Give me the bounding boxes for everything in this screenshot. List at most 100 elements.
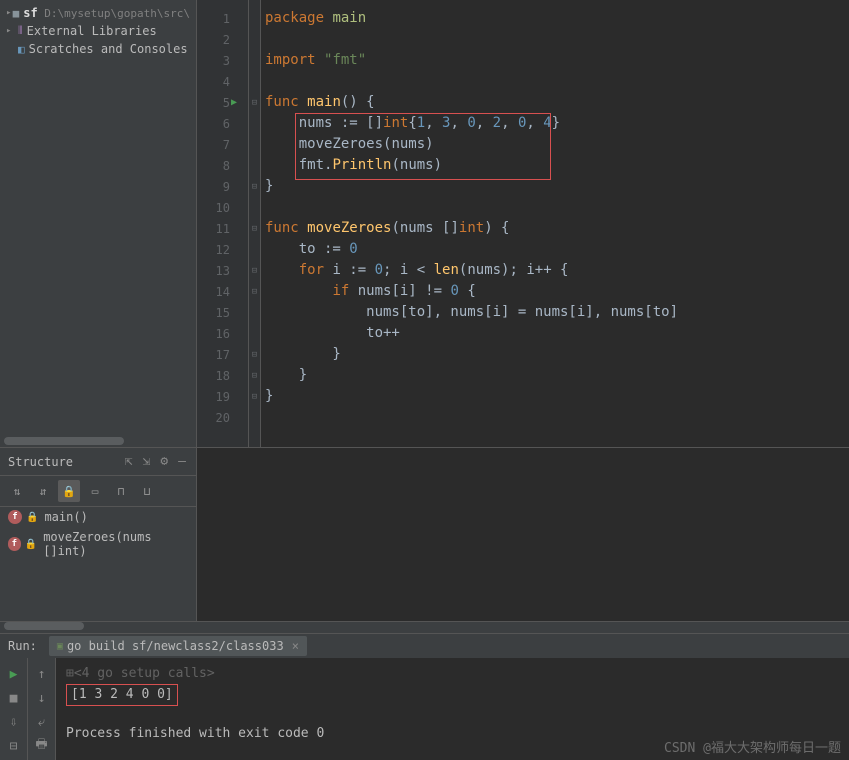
function-badge-icon: f [8,510,22,524]
run-config-icon: ▣ [57,641,63,652]
code-line[interactable]: } [265,344,849,365]
fold-mark[interactable]: ⊟ [249,92,260,113]
line-number: 14 [197,281,248,302]
minimize-icon[interactable]: — [176,452,188,471]
fold-mark[interactable]: ⊟ [249,365,260,386]
tree-scratches[interactable]: ◧ Scratches and Consoles [0,40,196,58]
tree-folder-sf[interactable]: ▸ ■ sf D:\mysetup\gopath\src\ [0,4,196,22]
fold-mark [249,197,260,218]
code-line[interactable]: func main() { [265,92,849,113]
structure-item-movezeroes[interactable]: f 🔒 moveZeroes(nums []int) [0,527,196,561]
run-title: Run: [8,639,37,653]
code-area[interactable]: package main import "fmt" func main() { nu… [261,0,849,447]
line-number: 3 [197,50,248,71]
external-libs-label: External Libraries [27,24,157,38]
line-number: 4 [197,71,248,92]
fold-mark [249,302,260,323]
down-button[interactable]: ↓ [32,688,52,708]
line-number: 10 [197,197,248,218]
collapse-icon[interactable]: ⇲ [141,452,153,471]
project-sidebar: ▸ ■ sf D:\mysetup\gopath\src\ ▸ ⫴ Extern… [0,0,197,447]
print-button[interactable]: 🖶 [32,736,52,756]
line-number: 8 [197,155,248,176]
fold-column[interactable]: ⊟⊟⊟⊟⊟⊟⊟⊟ [249,0,261,447]
folder-button[interactable]: ▭ [84,480,106,502]
code-line[interactable]: } [265,386,849,407]
code-line[interactable]: moveZeroes(nums) [265,134,849,155]
scratches-label: Scratches and Consoles [29,42,188,56]
line-number: 1 [197,8,248,29]
code-line[interactable]: nums[to], nums[i] = nums[i], nums[to] [265,302,849,323]
code-line[interactable]: func moveZeroes(nums []int) { [265,218,849,239]
watermark: CSDN @福大大架构师每日一题 [664,737,841,756]
code-line[interactable]: package main [265,8,849,29]
code-line[interactable]: } [265,176,849,197]
layout-button2[interactable]: ⊟ [4,736,24,756]
wrap-button[interactable]: ⤶ [32,712,52,732]
run-tab[interactable]: ▣ go build sf/newclass2/class033 × [49,636,307,656]
console-line-result: [1 3 2 4 0 0] [66,684,839,704]
fold-mark[interactable]: ⊟ [249,281,260,302]
tree-external-libraries[interactable]: ▸ ⫴ External Libraries [0,22,196,40]
code-line[interactable] [265,197,849,218]
fold-mark [249,113,260,134]
code-line[interactable]: to++ [265,323,849,344]
sort-alpha-button[interactable]: ⇅ [6,480,28,502]
project-tree[interactable]: ▸ ■ sf D:\mysetup\gopath\src\ ▸ ⫴ Extern… [0,0,196,435]
structure-item-main[interactable]: f 🔒 main() [0,507,196,527]
code-editor[interactable]: 12345▶67891011121314151617181920 ⊟⊟⊟⊟⊟⊟⊟… [197,0,849,447]
sort-visibility-button[interactable]: ⇵ [32,480,54,502]
code-line[interactable]: nums := []int{1, 3, 0, 2, 0, 4} [265,113,849,134]
line-number: 2 [197,29,248,50]
fold-mark[interactable]: ⊟ [249,386,260,407]
fold-mark[interactable]: ⊟ [249,218,260,239]
expand-button[interactable]: ⊔ [136,480,158,502]
code-line[interactable]: if nums[i] != 0 { [265,281,849,302]
code-line[interactable]: import "fmt" [265,50,849,71]
run-left-toolbar2: ↑ ↓ ⤶ 🖶 [28,658,56,760]
chevron-right-icon: ▸ [6,26,18,36]
line-number: 12 [197,239,248,260]
anon-button[interactable]: ⊓ [110,480,132,502]
line-number: 18 [197,365,248,386]
close-icon[interactable]: × [292,639,299,653]
line-number: 13 [197,260,248,281]
code-line[interactable]: } [265,365,849,386]
up-button[interactable]: ↑ [32,664,52,684]
code-line[interactable]: for i := 0; i < len(nums); i++ { [265,260,849,281]
library-icon: ⫴ [18,24,23,38]
fold-mark[interactable]: ⊟ [249,176,260,197]
code-line[interactable] [265,29,849,50]
sidebar-scrollbar[interactable] [0,435,196,447]
fold-mark [249,323,260,344]
show-fields-button[interactable]: 🔒 [58,480,80,502]
fold-mark [249,134,260,155]
code-line[interactable]: to := 0 [265,239,849,260]
line-number: 11 [197,218,248,239]
console-line-blank [66,704,839,724]
structure-header: Structure ⇱ ⇲ ⚙ — [0,448,196,476]
rerun-button[interactable]: ▶ [4,664,24,684]
code-line[interactable]: fmt.Println(nums) [265,155,849,176]
fold-mark[interactable]: ⊟ [249,344,260,365]
fold-mark [249,50,260,71]
structure-label: moveZeroes(nums []int) [43,530,188,558]
line-number: 7 [197,134,248,155]
chevron-right-icon: ▸ [6,8,13,18]
run-left-toolbar: ▶ ■ ⇩ ⊟ [0,658,28,760]
console-line-setup: ⊞<4 go setup calls> [66,664,839,684]
code-line[interactable] [265,407,849,428]
line-number: 20 [197,407,248,428]
horizontal-scroll[interactable] [0,621,849,633]
fold-mark[interactable]: ⊟ [249,260,260,281]
lock-icon: 🔒 [25,539,37,550]
scratches-icon: ◧ [18,43,25,56]
gear-icon[interactable]: ⚙ [158,452,170,471]
layout-button[interactable]: ⇩ [4,712,24,732]
run-output-pane: ▶ ■ ⇩ ⊟ ↑ ↓ ⤶ 🖶 ⊞<4 go setup calls> [1 3… [0,658,849,760]
expand-icon[interactable]: ⇱ [123,452,135,471]
stop-button[interactable]: ■ [4,688,24,708]
code-line[interactable] [265,71,849,92]
run-gutter-icon[interactable]: ▶ [231,97,237,108]
fold-mark [249,155,260,176]
